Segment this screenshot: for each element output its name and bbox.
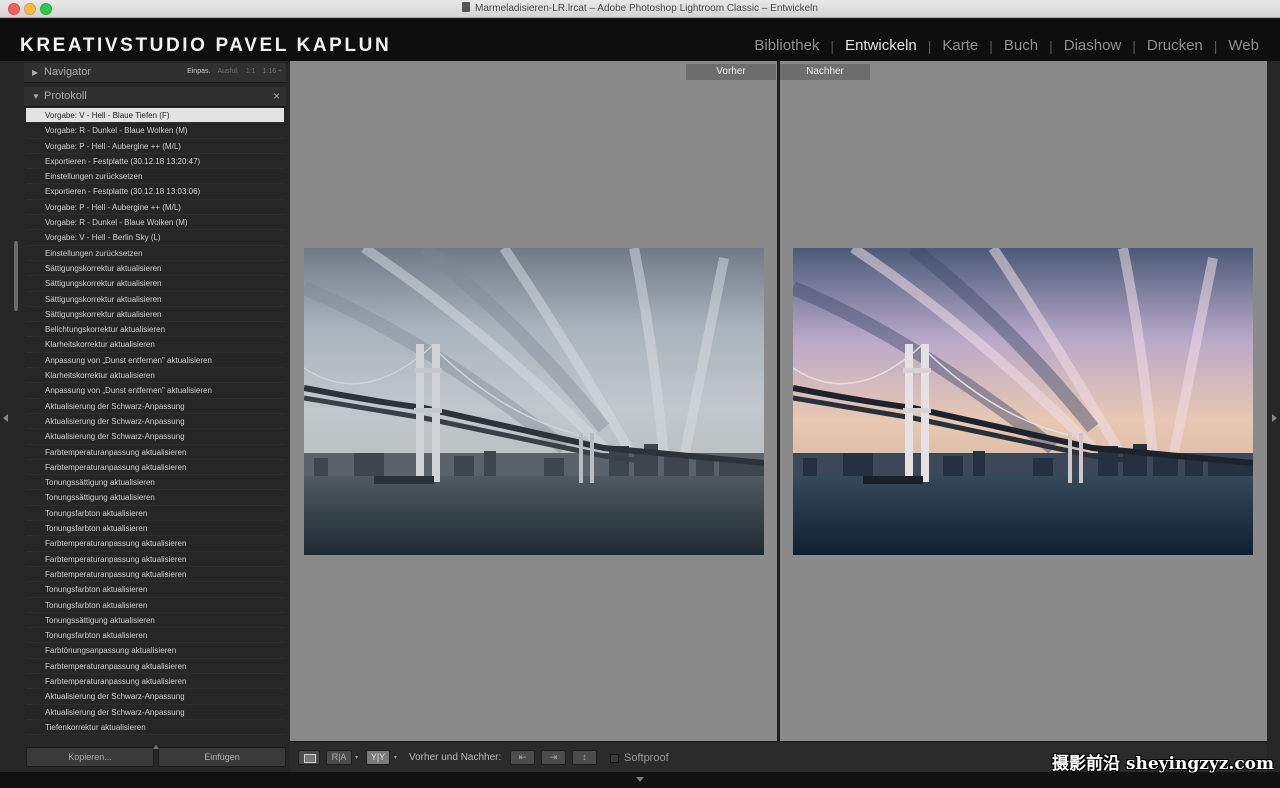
compare-view: Vorher Nachher	[290, 61, 1267, 741]
history-item[interactable]: Aktualisierung der Schwarz-Anpassung	[26, 689, 284, 705]
history-item[interactable]: Sättigungskorrektur aktualisieren	[26, 276, 284, 292]
softproof-label: Softproof	[624, 752, 669, 764]
zoom-fill[interactable]: Ausful.	[217, 68, 238, 75]
history-item[interactable]: Aktualisierung der Schwarz-Anpassung	[26, 705, 284, 720]
before-after-left-right-button[interactable]: R|A	[326, 750, 352, 765]
history-item[interactable]: Farbtemperaturanpassung aktualisieren	[26, 567, 284, 583]
before-after-split-button[interactable]: Y|Y	[366, 750, 390, 765]
history-item[interactable]: Tonungsfarbton aktualisieren	[26, 506, 284, 522]
history-item[interactable]: Exportieren - Festplatte (30.12.18 13:20…	[26, 154, 284, 170]
triangle-down-icon: ▼	[32, 92, 40, 101]
filmstrip-toggle-icon[interactable]	[636, 777, 644, 782]
history-item[interactable]: Farbtemperaturanpassung aktualisieren	[26, 536, 284, 552]
history-item[interactable]: Vorgabe: P - Hell - Aubergine ++ (M/L)	[26, 200, 284, 216]
zoom-fit[interactable]: Einpas.	[187, 68, 210, 75]
left-panel-toggle-icon[interactable]	[3, 414, 8, 422]
navigator-zoom-options: Einpas. Ausful. 1:1 1:16 ÷	[187, 68, 282, 75]
loupe-view-icon[interactable]	[298, 750, 320, 765]
module-bibliothek[interactable]: Bibliothek	[743, 37, 830, 54]
history-item[interactable]: Anpassung von „Dunst entfernen" aktualis…	[26, 383, 284, 399]
triangle-right-icon: ▶	[32, 68, 39, 77]
navigator-panel-header[interactable]: ▶ Navigator Einpas. Ausful. 1:1 1:16 ÷	[24, 63, 286, 83]
left-panel-scrollbar[interactable]	[14, 241, 18, 311]
module-web[interactable]: Web	[1217, 37, 1270, 54]
document-icon	[462, 2, 471, 12]
history-item[interactable]: Tonungssättigung aktualisieren	[26, 490, 284, 506]
history-item[interactable]: Vorgabe: R - Dunkel - Blaue Wolken (M)	[26, 123, 284, 139]
chevron-down-icon[interactable]: ▾	[394, 754, 397, 761]
softproof-checkbox[interactable]	[610, 754, 619, 763]
history-item[interactable]: Farbtemperaturanpassung aktualisieren	[26, 659, 284, 674]
watermark: 摄影前沿 sheyingzyz.com	[1051, 754, 1274, 774]
identity-plate: KREATIVSTUDIO PAVEL KAPLUN	[20, 35, 392, 56]
history-item[interactable]: Anpassung von „Dunst entfernen" aktualis…	[26, 353, 284, 369]
history-item[interactable]: Tiefenkorrektur aktualisieren	[26, 720, 284, 736]
history-panel-header[interactable]: ▼ Protokoll ×	[24, 87, 286, 107]
zoom-1-1[interactable]: 1:1	[246, 68, 256, 75]
panel-resize-icon[interactable]	[153, 745, 159, 749]
history-item[interactable]: Sättigungskorrektur aktualisieren	[26, 261, 284, 277]
history-title: Protokoll	[44, 90, 87, 102]
history-item[interactable]: Belichtungskorrektur aktualisieren	[26, 322, 284, 338]
right-panel-edge[interactable]	[1267, 61, 1280, 772]
history-item[interactable]: Sättigungskorrektur aktualisieren	[26, 307, 284, 323]
history-item[interactable]: Einstellungen zurücksetzen	[26, 169, 284, 185]
before-after-label: Vorher und Nachher:	[409, 752, 502, 763]
history-item[interactable]: Exportieren - Festplatte (30.12.18 13:03…	[26, 184, 284, 200]
history-item[interactable]: Vorgabe: P - Hell - Aubergine ++ (M/L)	[26, 139, 284, 154]
before-photo[interactable]	[304, 248, 764, 555]
history-item[interactable]: Einstellungen zurücksetzen	[26, 246, 284, 261]
history-item[interactable]: Vorgabe: R - Dunkel - Blaue Wolken (M)	[26, 215, 284, 231]
right-panel-toggle-icon[interactable]	[1272, 414, 1277, 422]
history-item[interactable]: Aktualisierung der Schwarz-Anpassung	[26, 429, 284, 445]
module-picker: Bibliothek | Entwickeln | Karte | Buch |…	[743, 37, 1270, 54]
history-item[interactable]: Vorgabe: V - Hell - Blaue Tiefen (F)	[26, 108, 284, 124]
zoom-custom[interactable]: 1:16 ÷	[263, 68, 282, 75]
copy-after-to-before-button[interactable]: ⇥	[541, 750, 566, 765]
history-list: Vorgabe: V - Hell - Blaue Tiefen (F) Vorg…	[26, 108, 284, 744]
chevron-down-icon[interactable]: ▾	[355, 754, 358, 761]
copy-before-to-after-button[interactable]: ⇤	[510, 750, 535, 765]
history-item[interactable]: Vorgabe: V - Hell - Berlin Sky (L)	[26, 230, 284, 246]
history-item[interactable]: Farbtönungsanpassung aktualisieren	[26, 643, 284, 659]
history-item[interactable]: Tonungssättigung aktualisieren	[26, 475, 284, 491]
before-label: Vorher	[686, 64, 776, 80]
history-item[interactable]: Klarheitskorrektur aktualisieren	[26, 337, 284, 353]
navigator-title: Navigator	[44, 66, 92, 78]
module-buch[interactable]: Buch	[993, 37, 1049, 54]
history-item[interactable]: Aktualisierung der Schwarz-Anpassung	[26, 399, 284, 414]
after-label: Nachher	[780, 64, 870, 80]
paste-button[interactable]: Einfügen	[158, 747, 286, 767]
history-item[interactable]: Klarheitskorrektur aktualisieren	[26, 368, 284, 384]
history-item[interactable]: Aktualisierung der Schwarz-Anpassung	[26, 414, 284, 430]
module-karte[interactable]: Karte	[931, 37, 989, 54]
window-title: Marmeladisieren-LR.lrcat – Adobe Photosh…	[0, 2, 1280, 14]
history-item[interactable]: Farbtemperaturanpassung aktualisieren	[26, 445, 284, 460]
module-entwickeln[interactable]: Entwickeln	[834, 37, 928, 54]
module-header: KREATIVSTUDIO PAVEL KAPLUN Bibliothek | …	[0, 19, 1280, 61]
module-diashow[interactable]: Diashow	[1053, 37, 1133, 54]
history-item[interactable]: Farbtemperaturanpassung aktualisieren	[26, 552, 284, 567]
history-item[interactable]: Tonungsfarbton aktualisieren	[26, 628, 284, 644]
swap-before-after-button[interactable]: ↕	[572, 750, 597, 765]
left-panel-edge[interactable]	[0, 61, 12, 772]
module-drucken[interactable]: Drucken	[1136, 37, 1214, 54]
history-item[interactable]: Tonungsfarbton aktualisieren	[26, 521, 284, 537]
history-item[interactable]: Tonungsfarbton aktualisieren	[26, 582, 284, 598]
compare-divider	[777, 61, 780, 741]
history-item[interactable]: Tonungsfarbton aktualisieren	[26, 598, 284, 613]
left-panel: ▶ Navigator Einpas. Ausful. 1:1 1:16 ÷ ▼…	[0, 61, 290, 772]
history-item[interactable]: Farbtemperaturanpassung aktualisieren	[26, 460, 284, 476]
copy-button[interactable]: Kopieren...	[26, 747, 154, 767]
filmstrip-bar	[0, 772, 1280, 788]
history-item[interactable]: Tonungssättigung aktualisieren	[26, 613, 284, 629]
history-item[interactable]: Sättigungskorrektur aktualisieren	[26, 292, 284, 307]
window-titlebar: Marmeladisieren-LR.lrcat – Adobe Photosh…	[0, 0, 1280, 18]
clear-history-icon[interactable]: ×	[273, 89, 280, 103]
after-photo[interactable]	[793, 248, 1253, 555]
history-item[interactable]: Farbtemperaturanpassung aktualisieren	[26, 674, 284, 690]
window-title-text: Marmeladisieren-LR.lrcat – Adobe Photosh…	[475, 3, 818, 14]
